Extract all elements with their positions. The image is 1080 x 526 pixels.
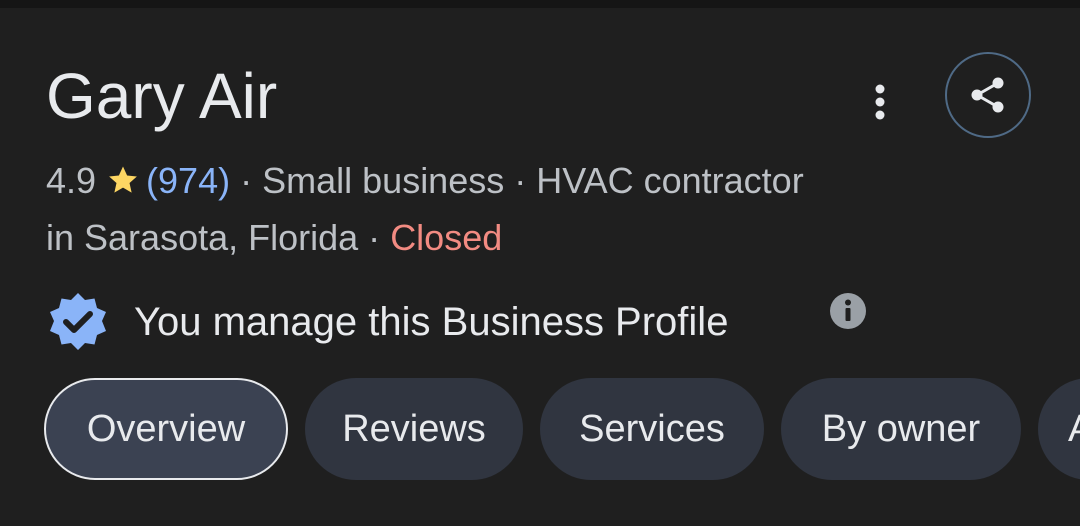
more-options-button[interactable] [852,74,908,130]
star-icon [109,166,137,193]
business-location: in Sarasota, Florida [46,217,359,258]
open-status: Closed [390,217,503,258]
business-name: Gary Air [46,60,278,132]
tab-services[interactable]: Services [540,378,764,480]
review-count-link[interactable]: (974) [146,160,230,201]
business-type: HVAC contractor [536,160,804,201]
business-location-line: in Sarasota, Florida · Closed [46,216,502,260]
separator: · [514,160,527,201]
verified-badge-icon [50,293,106,350]
manage-profile-text: You manage this Business Profile [134,300,729,344]
tab-reviews[interactable]: Reviews [305,378,523,480]
tab-bar: Overview Reviews Services By owner A [44,378,1080,480]
rating-value: 4.9 [46,160,97,201]
manage-profile-row: You manage this Business Profile [46,290,728,354]
top-strip [0,0,1080,8]
business-category: Small business [262,160,505,201]
info-icon[interactable] [829,292,867,330]
share-icon [971,77,1004,113]
tab-by-owner[interactable]: By owner [781,378,1021,480]
separator: · [240,160,253,201]
tab-about[interactable]: A [1038,378,1080,480]
tab-overview[interactable]: Overview [44,378,288,480]
separator: · [368,217,381,258]
share-button[interactable] [945,52,1031,138]
business-meta-line: 4.9 (974) · Small business · HVAC contrac… [46,159,804,203]
more-vert-icon [875,84,885,120]
